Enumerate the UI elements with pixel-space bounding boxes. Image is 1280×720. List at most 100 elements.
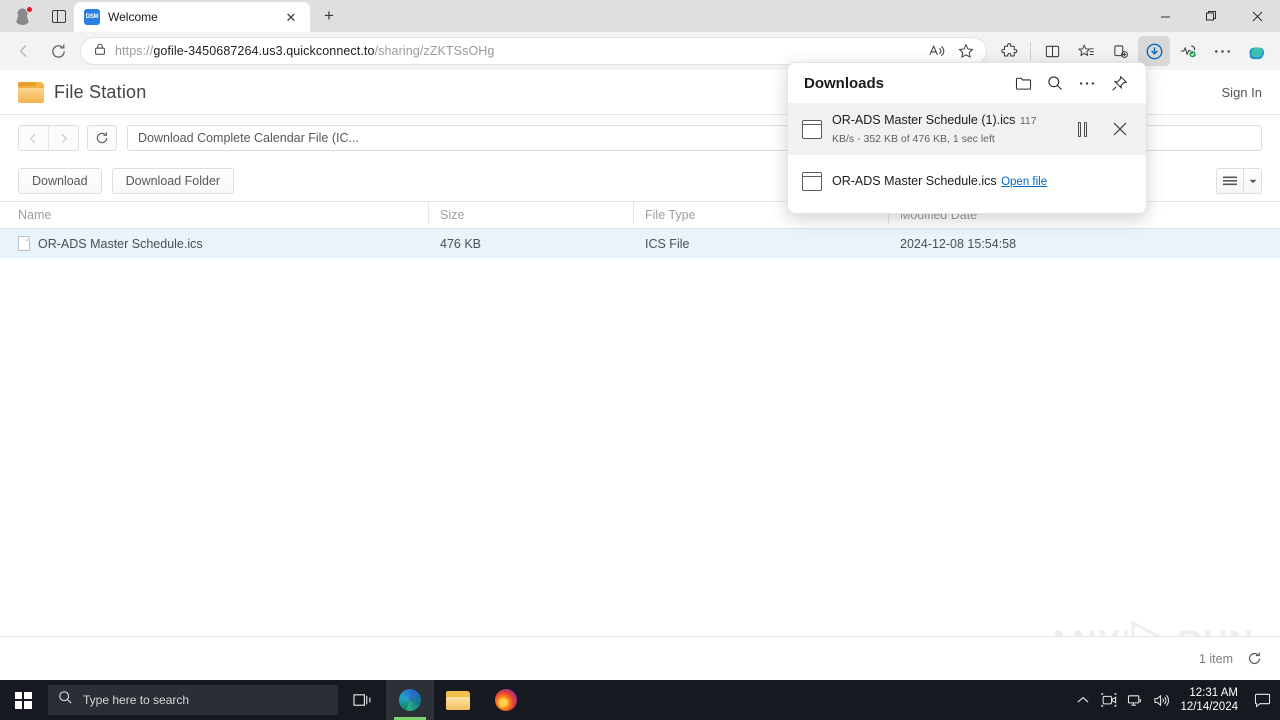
taskbar-search-placeholder: Type here to search bbox=[83, 693, 190, 707]
maximize-button[interactable] bbox=[1188, 0, 1234, 32]
tab-title: Welcome bbox=[108, 10, 158, 24]
browser-tab[interactable]: DSM Welcome ✕ bbox=[74, 2, 310, 32]
clock-date: 12/14/2024 bbox=[1180, 701, 1238, 713]
download-item-body: OR-ADS Master Schedule.ics Open file bbox=[832, 172, 1136, 190]
taskbar-search-box[interactable]: Type here to search bbox=[48, 685, 338, 715]
file-station-folder-icon bbox=[18, 81, 44, 103]
back-button[interactable] bbox=[8, 36, 40, 66]
close-tab-icon[interactable]: ✕ bbox=[280, 6, 302, 28]
search-icon bbox=[58, 690, 73, 710]
file-name-text: OR-ADS Master Schedule.ics bbox=[38, 236, 203, 251]
item-count: 1 item bbox=[1198, 651, 1233, 666]
search-input[interactable] bbox=[1142, 125, 1262, 151]
cell-size: 476 KB bbox=[440, 236, 482, 251]
download-button[interactable]: Download bbox=[18, 168, 102, 194]
show-hidden-icons-chevron-icon[interactable] bbox=[1070, 680, 1096, 720]
pause-icon bbox=[1077, 121, 1087, 137]
tab-strip: DSM Welcome ✕ + bbox=[0, 0, 1280, 32]
microsoft-edge-taskbar-button[interactable] bbox=[386, 680, 434, 720]
favorite-star-icon[interactable] bbox=[952, 39, 980, 63]
downloads-title: Downloads bbox=[804, 74, 885, 92]
view-mode-chevron-down-icon[interactable] bbox=[1244, 169, 1261, 193]
tab-actions-button[interactable] bbox=[44, 0, 74, 32]
open-folder-icon[interactable] bbox=[1008, 69, 1038, 97]
fs-refresh-button[interactable] bbox=[87, 125, 117, 151]
search-icon[interactable] bbox=[1040, 69, 1070, 97]
toolbar-divider bbox=[1030, 42, 1031, 60]
downloads-header-actions bbox=[1008, 69, 1134, 97]
minimize-button[interactable] bbox=[1142, 0, 1188, 32]
volume-icon[interactable] bbox=[1148, 680, 1174, 720]
network-icon[interactable] bbox=[1122, 680, 1148, 720]
taskbar-clock[interactable]: 12:31 AM 12/14/2024 bbox=[1174, 686, 1248, 714]
windows-taskbar: Type here to search 12:31 AM 12/14/2024 bbox=[0, 680, 1280, 720]
fs-forward-button[interactable] bbox=[49, 126, 78, 150]
firefox-icon bbox=[495, 689, 517, 711]
favicon-label: DSM bbox=[85, 14, 99, 20]
open-file-link[interactable]: Open file bbox=[1001, 176, 1047, 188]
column-header-size[interactable]: Size bbox=[428, 202, 633, 224]
refresh-button[interactable] bbox=[42, 36, 74, 66]
list-view-icon[interactable] bbox=[1217, 169, 1243, 193]
downloads-flyout: Downloads OR-ADS Master Schedule (1).ics… bbox=[787, 62, 1147, 214]
copilot-icon[interactable] bbox=[1240, 36, 1272, 66]
history-nav-group bbox=[18, 125, 79, 151]
url-domain: gofile-3450687264.us3.quickconnect.to bbox=[153, 44, 375, 58]
column-header-name[interactable]: Name bbox=[18, 208, 428, 222]
downloads-header: Downloads bbox=[788, 63, 1146, 103]
page-title: File Station bbox=[54, 81, 147, 102]
address-bar[interactable]: https://gofile-3450687264.us3.quickconne… bbox=[80, 37, 987, 65]
footer-refresh-icon[interactable] bbox=[1247, 651, 1262, 666]
browser-window: DSM Welcome ✕ + https://gofile-345068726… bbox=[0, 0, 1280, 680]
file-explorer-icon bbox=[446, 690, 470, 710]
table-row[interactable]: OR-ADS Master Schedule.ics 476 KB ICS Fi… bbox=[0, 229, 1280, 258]
cancel-download-button[interactable] bbox=[1104, 114, 1136, 144]
close-window-button[interactable] bbox=[1234, 0, 1280, 32]
profile-button[interactable] bbox=[0, 0, 44, 32]
profile-alert-dot bbox=[25, 5, 33, 13]
download-folder-button[interactable]: Download Folder bbox=[111, 168, 235, 194]
task-view-button[interactable] bbox=[338, 680, 386, 720]
address-bar-actions bbox=[922, 39, 980, 63]
vertical-tabs-icon bbox=[52, 9, 66, 23]
file-icon bbox=[18, 236, 30, 251]
cell-name: OR-ADS Master Schedule.ics bbox=[18, 236, 428, 251]
pause-download-button[interactable] bbox=[1066, 114, 1098, 144]
breadcrumb-text: Download Complete Calendar File (IC... bbox=[138, 131, 359, 145]
window-controls bbox=[1142, 0, 1280, 32]
new-tab-button[interactable]: + bbox=[314, 1, 344, 31]
file-station-footer: 1 item bbox=[0, 636, 1280, 680]
browser-essentials-icon[interactable] bbox=[1172, 36, 1204, 66]
microsoft-edge-icon bbox=[399, 689, 421, 711]
url-path: /sharing/zZKTSsOHg bbox=[374, 44, 495, 58]
system-tray: 12:31 AM 12/14/2024 bbox=[1070, 680, 1280, 720]
sign-in-link[interactable]: Sign In bbox=[1222, 85, 1262, 100]
settings-more-icon[interactable] bbox=[1206, 36, 1238, 66]
download-file-name: OR-ADS Master Schedule (1).ics bbox=[832, 113, 1016, 127]
file-explorer-taskbar-button[interactable] bbox=[434, 680, 482, 720]
ics-file-icon bbox=[802, 171, 822, 191]
url-scheme: https:// bbox=[115, 44, 154, 58]
cell-modified-date: 2024-12-08 15:54:58 bbox=[900, 236, 1017, 251]
firefox-taskbar-button[interactable] bbox=[482, 680, 530, 720]
site-security-lock-icon bbox=[93, 42, 107, 61]
screen-recording-icon[interactable] bbox=[1096, 680, 1122, 720]
ics-file-icon bbox=[802, 119, 822, 139]
clock-time: 12:31 AM bbox=[1189, 687, 1238, 699]
download-item-body: OR-ADS Master Schedule (1).ics 117 KB/s … bbox=[832, 111, 1056, 147]
download-actions bbox=[1066, 114, 1136, 144]
read-aloud-icon[interactable] bbox=[922, 39, 950, 63]
avatar bbox=[13, 5, 33, 25]
view-mode-toggle bbox=[1216, 168, 1262, 194]
downloads-icon[interactable] bbox=[1138, 36, 1170, 66]
download-item-active[interactable]: OR-ADS Master Schedule (1).ics 117 KB/s … bbox=[788, 103, 1146, 155]
url-text: https://gofile-3450687264.us3.quickconne… bbox=[115, 44, 494, 58]
fs-back-button[interactable] bbox=[19, 126, 48, 150]
cell-file-type: ICS File bbox=[645, 236, 690, 251]
pin-icon[interactable] bbox=[1104, 69, 1134, 97]
more-options-icon[interactable] bbox=[1072, 69, 1102, 97]
download-item-completed[interactable]: OR-ADS Master Schedule.ics Open file bbox=[788, 155, 1146, 207]
download-file-name: OR-ADS Master Schedule.ics bbox=[832, 174, 997, 188]
start-button[interactable] bbox=[0, 680, 46, 720]
action-center-button[interactable] bbox=[1248, 680, 1276, 720]
